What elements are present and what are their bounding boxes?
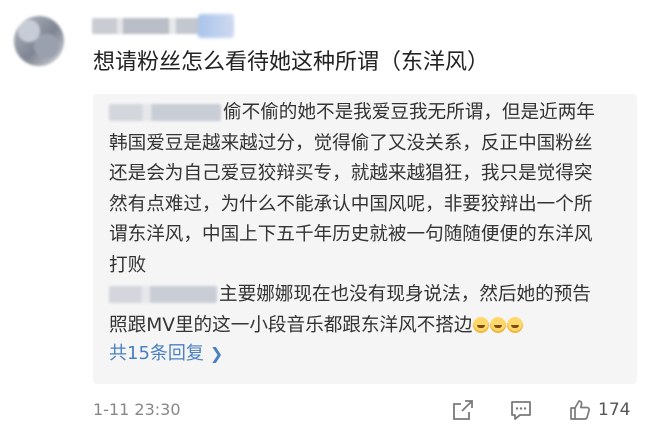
reply-line: 打败 xyxy=(109,254,147,276)
author-badge-blurred xyxy=(198,14,234,38)
comment-icon xyxy=(511,401,531,420)
reply-2[interactable]: 主要娜娜现在也没有现身说法，然后她的预告 照跟MV里的这一小段音乐都跟东洋风不搭… xyxy=(109,280,629,341)
reply-line-text: 偷不偷的她不是我爱豆我无所谓，但是近两年 xyxy=(223,102,595,123)
avatar[interactable] xyxy=(14,16,64,66)
share-icon xyxy=(453,400,473,420)
crying-face-emoji-icon xyxy=(473,316,490,333)
reply-line: 照跟MV里的这一小段音乐都跟东洋风不搭边 xyxy=(109,311,629,342)
thumbs-up-icon xyxy=(570,400,590,420)
reply-1[interactable]: 偷不偷的她不是我爱豆我无所谓，但是近两年 韩国爱豆是越来越过分，觉得偷了又没关系… xyxy=(109,98,629,282)
comment-card: 想请粉丝怎么看待她这种所谓（东洋风） 偷不偷的她不是我爱豆我无所谓，但是近两年 … xyxy=(0,0,650,430)
crying-face-emoji-icon xyxy=(490,316,507,333)
like-button[interactable]: 174 xyxy=(568,396,630,424)
more-replies-label: 共15条回复 xyxy=(109,343,204,364)
comment-text: 想请粉丝怎么看待她这种所谓（东洋风） xyxy=(93,50,490,75)
reply-line: 韩国爱豆是越来越过分，觉得偷了又没关系，反正中国粉丝 xyxy=(109,132,593,154)
reply-line: 偷不偷的她不是我爱豆我无所谓，但是近两年 xyxy=(109,98,629,129)
reply-line: 谓东洋风，中国上下五千年历史就被一句随随便便的东洋风 xyxy=(109,224,593,246)
reply-line-text: 照跟MV里的这一小段音乐都跟东洋风不搭边 xyxy=(109,314,473,336)
reply-author-blurred[interactable] xyxy=(109,104,221,121)
reply-line: 主要娜娜现在也没有现身说法，然后她的预告 xyxy=(109,280,629,311)
reply-line-text: 主要娜娜现在也没有现身说法，然后她的预告 xyxy=(219,284,591,305)
like-count: 174 xyxy=(598,400,631,420)
reply-author-blurred[interactable] xyxy=(109,286,217,303)
chevron-right-icon: ❯ xyxy=(209,344,224,363)
timestamp: 1-11 23:30 xyxy=(93,400,181,419)
reply-line: 还是会为自己爱豆狡辩买专，就越来越猖狂，我只是觉得突 xyxy=(109,163,593,185)
replies-box: 偷不偷的她不是我爱豆我无所谓，但是近两年 韩国爱豆是越来越过分，觉得偷了又没关系… xyxy=(93,94,637,384)
more-replies-link[interactable]: 共15条回复 ❯ xyxy=(109,342,223,366)
comment-button[interactable] xyxy=(510,396,532,424)
crying-face-emoji-icon xyxy=(507,316,524,333)
share-button[interactable] xyxy=(452,396,474,424)
reply-line: 然有点难过，为什么不能承认中国风呢，非要狡辩出一个所 xyxy=(109,193,593,215)
